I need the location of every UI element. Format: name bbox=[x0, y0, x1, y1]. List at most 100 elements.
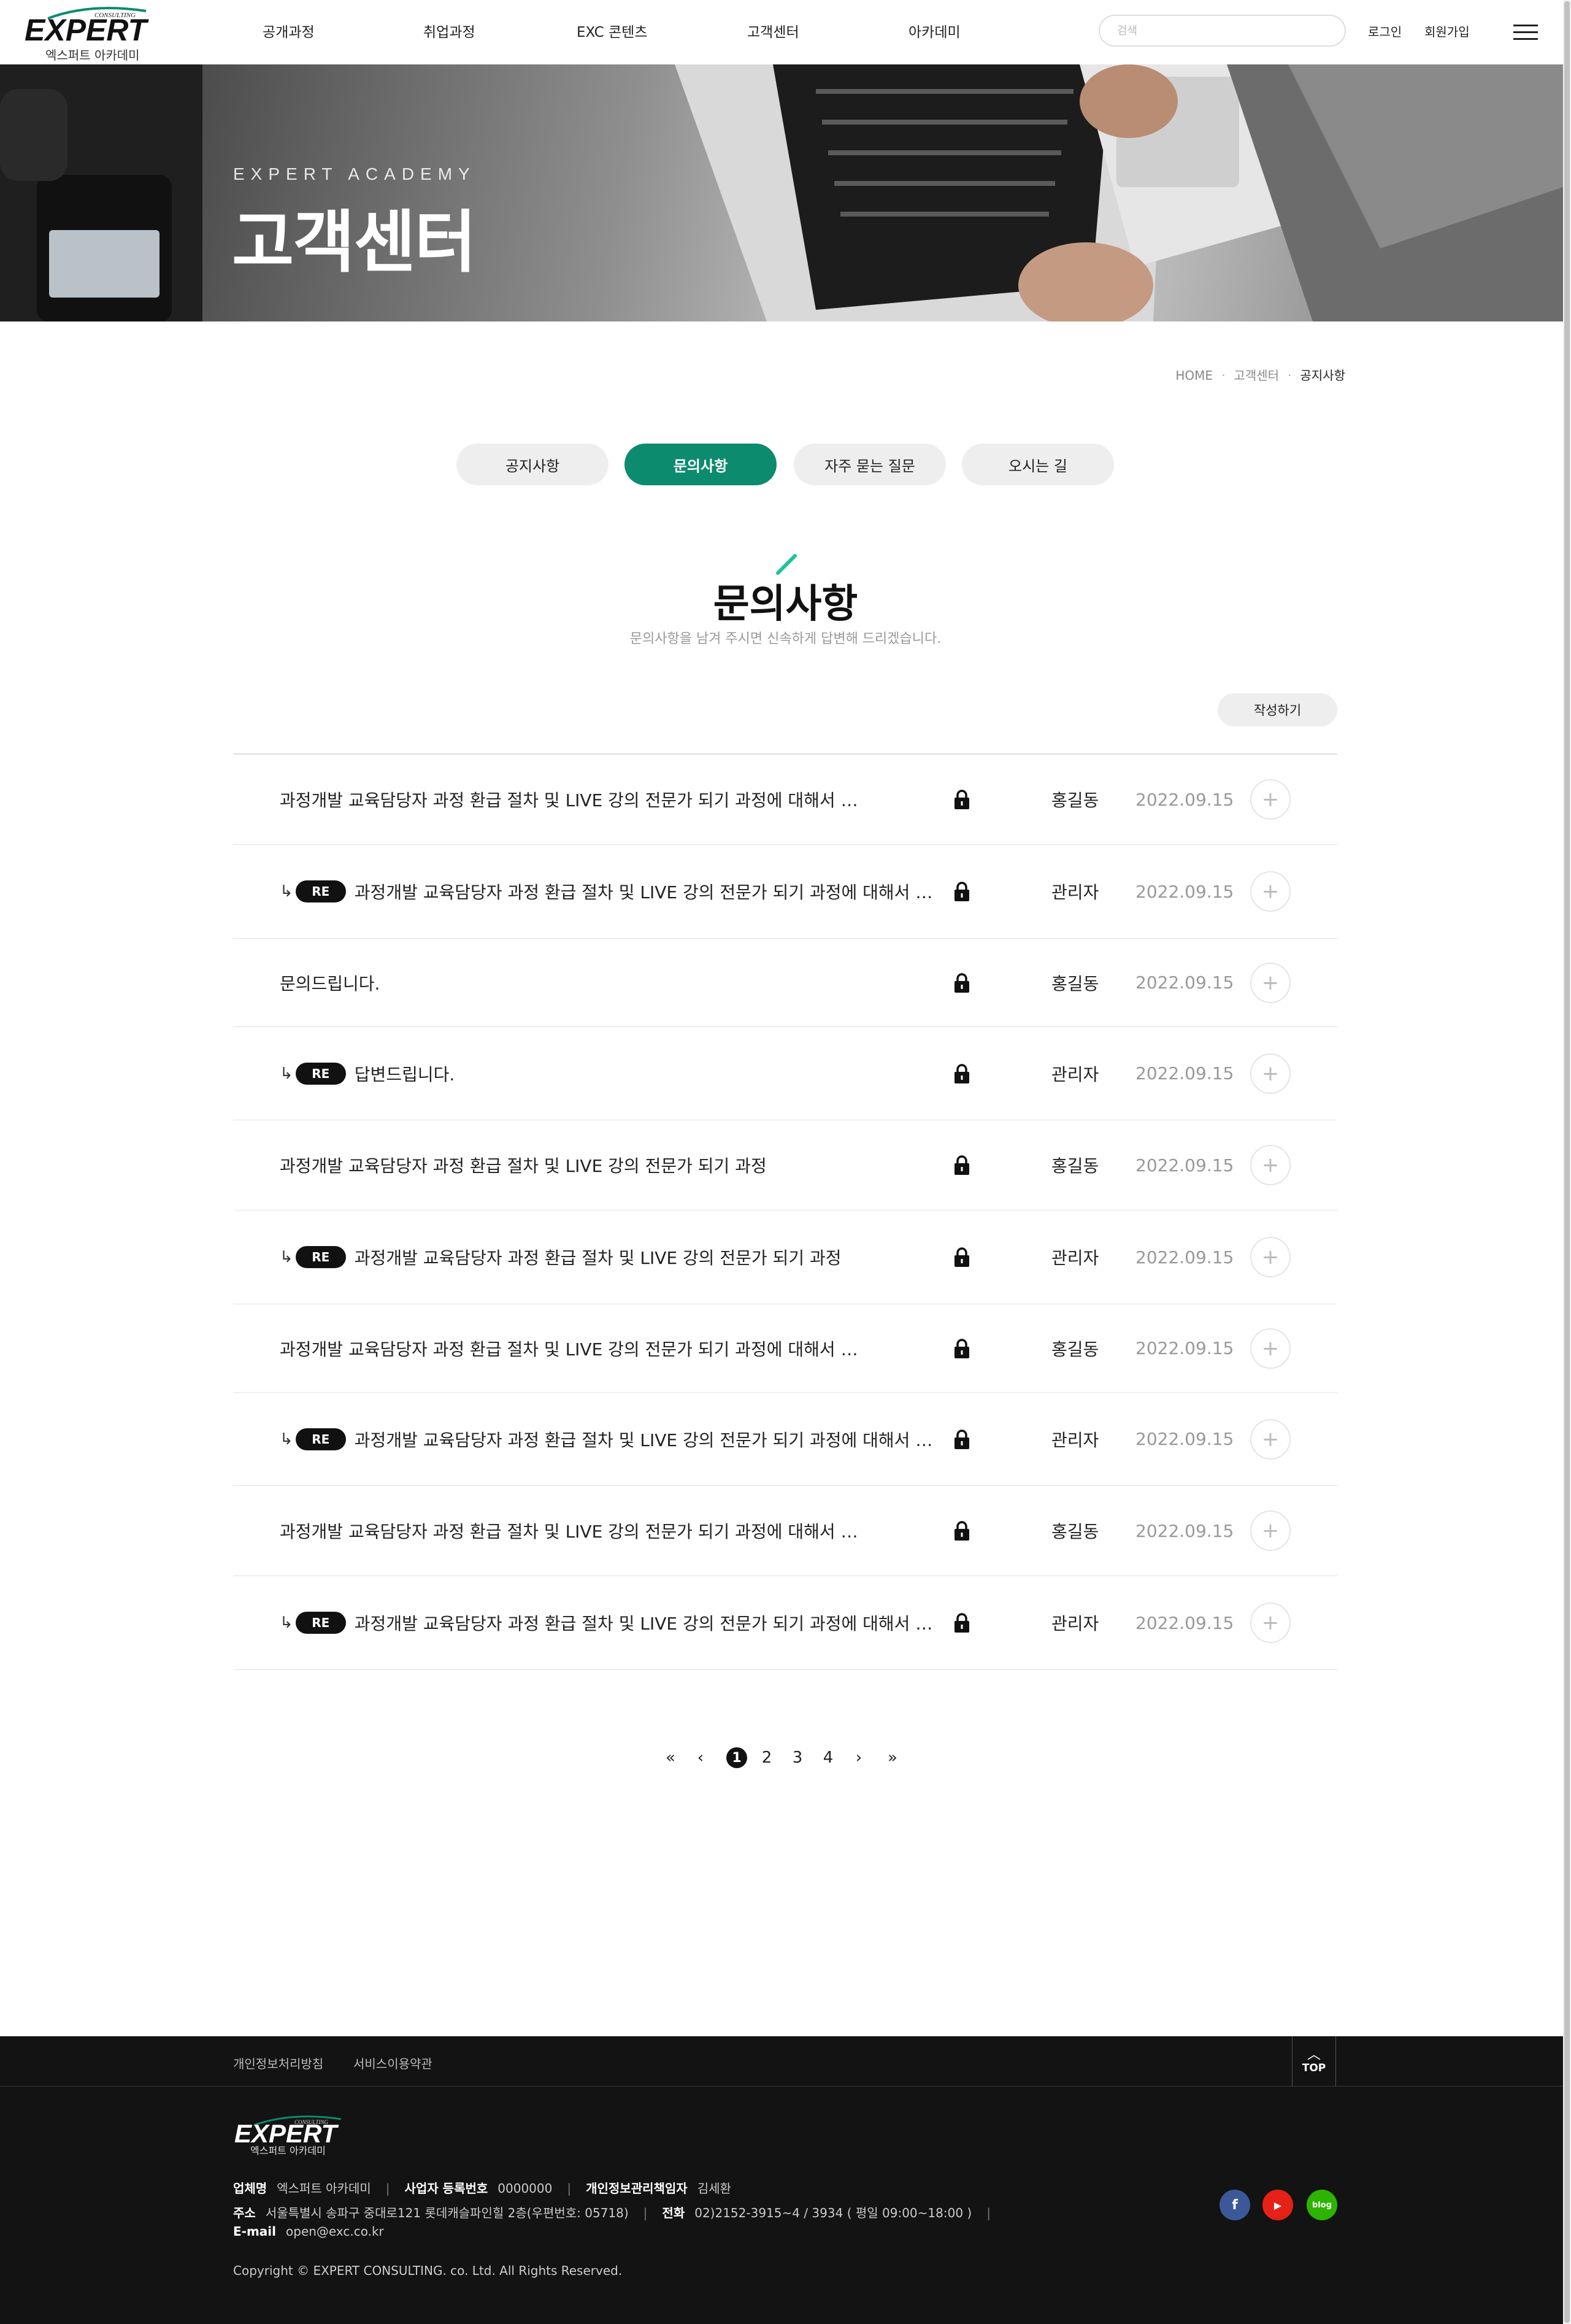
post-title-wrap: ↳ RE 답변드립니다. bbox=[280, 1027, 955, 1120]
post-author: 홍길동 bbox=[1051, 790, 1099, 810]
youtube-icon[interactable]: ▶ bbox=[1262, 2190, 1293, 2220]
reply-row[interactable]: ↳ RE 과정개발 교육담당자 과정 환급 절차 및 LIVE 강의 전문가 되기 … bbox=[233, 1210, 1337, 1304]
post-date: 2022.09.15 bbox=[1135, 1612, 1234, 1633]
footer-link-bar: 개인정보처리방침 서비스이용약관 ︿ TOP bbox=[0, 2036, 1563, 2087]
reply-arrow-icon: ↳ bbox=[280, 882, 293, 901]
lock-icon bbox=[955, 1613, 969, 1633]
post-title[interactable]: 과정개발 교육담당자 과정 환급 절차 및 LIVE 강의 전문가 되기 과정에… bbox=[280, 787, 862, 812]
menu-icon[interactable] bbox=[1513, 23, 1538, 42]
post-title[interactable]: 답변드립니다. bbox=[355, 1061, 455, 1086]
expand-plus-icon[interactable]: + bbox=[1250, 1145, 1291, 1185]
post-date: 2022.09.15 bbox=[1135, 1520, 1234, 1541]
post-title[interactable]: 과정개발 교육담당자 과정 환급 절차 및 LIVE 강의 전문가 되기 과정에… bbox=[355, 879, 937, 904]
expand-plus-icon[interactable]: + bbox=[1250, 1328, 1291, 1369]
tab-notice[interactable]: 공지사항 bbox=[456, 444, 609, 485]
privacy-policy-link[interactable]: 개인정보처리방침 bbox=[233, 2054, 323, 2072]
page-2[interactable]: 2 bbox=[758, 1742, 776, 1773]
expand-plus-icon[interactable]: + bbox=[1250, 962, 1291, 1003]
page-description: 문의사항을 남겨 주시면 신속하게 답변해 드리겠습니다. bbox=[629, 631, 942, 647]
post-date: 2022.09.15 bbox=[1135, 789, 1234, 810]
lock-icon bbox=[955, 1063, 969, 1083]
post-author: 관리자 bbox=[1051, 1248, 1099, 1268]
prev-page-icon[interactable]: ‹ bbox=[691, 1742, 710, 1773]
first-page-icon[interactable]: « bbox=[658, 1742, 683, 1773]
expand-plus-icon[interactable]: + bbox=[1250, 1418, 1291, 1460]
post-author: 관리자 bbox=[1051, 882, 1099, 902]
page-3[interactable]: 3 bbox=[788, 1742, 807, 1773]
reply-row[interactable]: ↳ RE 과정개발 교육담당자 과정 환급 절차 및 LIVE 강의 전문가 되기 … bbox=[233, 1393, 1337, 1486]
post-title-wrap: 문의드립니다. bbox=[280, 939, 955, 1026]
lock-icon bbox=[955, 1247, 969, 1267]
lock-icon bbox=[955, 1155, 969, 1175]
post-title[interactable]: 과정개발 교육담당자 과정 환급 절차 및 LIVE 강의 전문가 되기 과정 bbox=[280, 1153, 767, 1177]
post-title[interactable]: 과정개발 교육담당자 과정 환급 절차 및 LIVE 강의 전문가 되기 과정에… bbox=[355, 1610, 937, 1635]
signup-link[interactable]: 회원가입 bbox=[1424, 22, 1470, 40]
address-line: 주소 서울특별시 송파구 중대로121 롯데캐슬파인힐 2층(우편번호: 0571… bbox=[233, 2206, 991, 2220]
logo-subtitle: 엑스퍼트 아카데미 bbox=[45, 48, 140, 63]
inquiry-row[interactable]: 과정개발 교육담당자 과정 환급 절차 및 LIVE 강의 전문가 되기 과정에… bbox=[233, 1304, 1337, 1393]
expand-plus-icon[interactable]: + bbox=[1250, 871, 1291, 912]
inquiry-row[interactable]: 과정개발 교육담당자 과정 환급 절차 및 LIVE 강의 전문가 되기 과정에… bbox=[233, 755, 1337, 845]
write-button[interactable]: 작성하기 bbox=[1218, 693, 1337, 726]
next-page-icon[interactable]: › bbox=[850, 1742, 868, 1773]
blog-icon[interactable]: blog bbox=[1307, 2190, 1337, 2220]
post-title[interactable]: 문의드립니다. bbox=[280, 971, 380, 995]
scroll-top-button[interactable]: ︿ TOP bbox=[1292, 2036, 1336, 2087]
site-logo[interactable]: CONSULTING EXPERT 엑스퍼트 아카데미 bbox=[23, 6, 152, 63]
post-date: 2022.09.15 bbox=[1135, 881, 1234, 902]
breadcrumb-home[interactable]: HOME bbox=[1175, 368, 1213, 383]
post-title[interactable]: 과정개발 교육담당자 과정 환급 절차 및 LIVE 강의 전문가 되기 과정에… bbox=[355, 1427, 937, 1452]
nav-item-public-course[interactable]: 공개과정 bbox=[263, 20, 315, 41]
inquiry-row[interactable]: 문의드립니다. 홍길동 2022.09.15 + bbox=[233, 939, 1337, 1027]
expert-logo-icon: CONSULTING EXPERT bbox=[25, 7, 150, 44]
post-date: 2022.09.15 bbox=[1135, 1155, 1234, 1175]
last-page-icon[interactable]: » bbox=[880, 1742, 905, 1773]
email-line: E-mail open@exc.co.kr bbox=[233, 2224, 384, 2239]
lock-icon bbox=[955, 790, 969, 809]
post-title-wrap: 과정개발 교육담당자 과정 환급 절차 및 LIVE 강의 전문가 되기 과정에… bbox=[280, 1304, 955, 1392]
expand-plus-icon[interactable]: + bbox=[1250, 1053, 1291, 1094]
nav-item-customer-center[interactable]: 고객센터 bbox=[747, 20, 799, 41]
lock-icon bbox=[955, 1521, 969, 1541]
expand-plus-icon[interactable]: + bbox=[1250, 1510, 1291, 1551]
post-title-wrap: ↳ RE 과정개발 교육담당자 과정 환급 절차 및 LIVE 강의 전문가 되기 … bbox=[280, 845, 955, 938]
copyright: Copyright © EXPERT CONSULTING. co. Ltd. … bbox=[233, 2263, 623, 2278]
nav-item-exc-contents[interactable]: EXC 콘텐츠 bbox=[577, 20, 647, 41]
post-title-wrap: 과정개발 교육담당자 과정 환급 절차 및 LIVE 강의 전문가 되기 과정에… bbox=[280, 755, 955, 844]
nav-item-academy[interactable]: 아카데미 bbox=[908, 20, 961, 41]
post-title-wrap: ↳ RE 과정개발 교육담당자 과정 환급 절차 및 LIVE 강의 전문가 되기 … bbox=[280, 1393, 955, 1485]
page-scrollbar[interactable] bbox=[1563, 0, 1571, 2324]
search-input[interactable] bbox=[1100, 16, 1345, 45]
post-author: 홍길동 bbox=[1051, 1339, 1099, 1360]
breadcrumb-customer-center[interactable]: 고객센터 bbox=[1234, 368, 1279, 383]
inquiry-row[interactable]: 과정개발 교육담당자 과정 환급 절차 및 LIVE 강의 전문가 되기 과정에… bbox=[233, 1486, 1337, 1576]
post-author: 관리자 bbox=[1051, 1614, 1099, 1634]
page-1[interactable]: 1 bbox=[724, 1742, 749, 1773]
post-title[interactable]: 과정개발 교육담당자 과정 환급 절차 및 LIVE 강의 전문가 되기 과정에… bbox=[280, 1518, 862, 1543]
footer-logo-subtitle: 엑스퍼트 아카데미 bbox=[250, 2145, 326, 2157]
post-title[interactable]: 과정개발 교육담당자 과정 환급 절차 및 LIVE 강의 전문가 되기 과정에… bbox=[280, 1336, 862, 1361]
expand-plus-icon[interactable]: + bbox=[1250, 1603, 1291, 1643]
reply-row[interactable]: ↳ RE 과정개발 교육담당자 과정 환급 절차 및 LIVE 강의 전문가 되기 … bbox=[233, 1576, 1337, 1670]
post-title-wrap: 과정개발 교육담당자 과정 환급 절차 및 LIVE 강의 전문가 되기 과정에… bbox=[280, 1486, 955, 1576]
tab-inquiry[interactable]: 문의사항 bbox=[624, 444, 777, 485]
terms-link[interactable]: 서비스이용약관 bbox=[353, 2054, 432, 2072]
lock-icon bbox=[955, 882, 969, 901]
post-date: 2022.09.15 bbox=[1135, 1247, 1234, 1268]
expand-plus-icon[interactable]: + bbox=[1250, 779, 1291, 820]
reply-row[interactable]: ↳ RE 답변드립니다. 관리자 2022.09.15 + bbox=[233, 1027, 1337, 1120]
post-author: 관리자 bbox=[1051, 1429, 1099, 1450]
inquiry-row[interactable]: 과정개발 교육담당자 과정 환급 절차 및 LIVE 강의 전문가 되기 과정 홍… bbox=[233, 1120, 1337, 1210]
facebook-icon[interactable]: f bbox=[1220, 2190, 1250, 2220]
post-title[interactable]: 과정개발 교육담당자 과정 환급 절차 및 LIVE 강의 전문가 되기 과정 bbox=[355, 1245, 842, 1269]
post-title-wrap: ↳ RE 과정개발 교육담당자 과정 환급 절차 및 LIVE 강의 전문가 되기 … bbox=[280, 1210, 955, 1304]
post-author: 홍길동 bbox=[1051, 973, 1099, 994]
nav-item-job-course[interactable]: 취업과정 bbox=[423, 20, 475, 41]
search-box bbox=[1099, 15, 1346, 47]
tab-directions[interactable]: 오시는 길 bbox=[962, 444, 1114, 485]
login-link[interactable]: 로그인 bbox=[1368, 22, 1402, 40]
page-4[interactable]: 4 bbox=[819, 1742, 837, 1773]
tab-faq[interactable]: 자주 묻는 질문 bbox=[794, 444, 946, 485]
expand-plus-icon[interactable]: + bbox=[1250, 1237, 1291, 1277]
reply-row[interactable]: ↳ RE 과정개발 교육담당자 과정 환급 절차 및 LIVE 강의 전문가 되기 … bbox=[233, 845, 1337, 939]
